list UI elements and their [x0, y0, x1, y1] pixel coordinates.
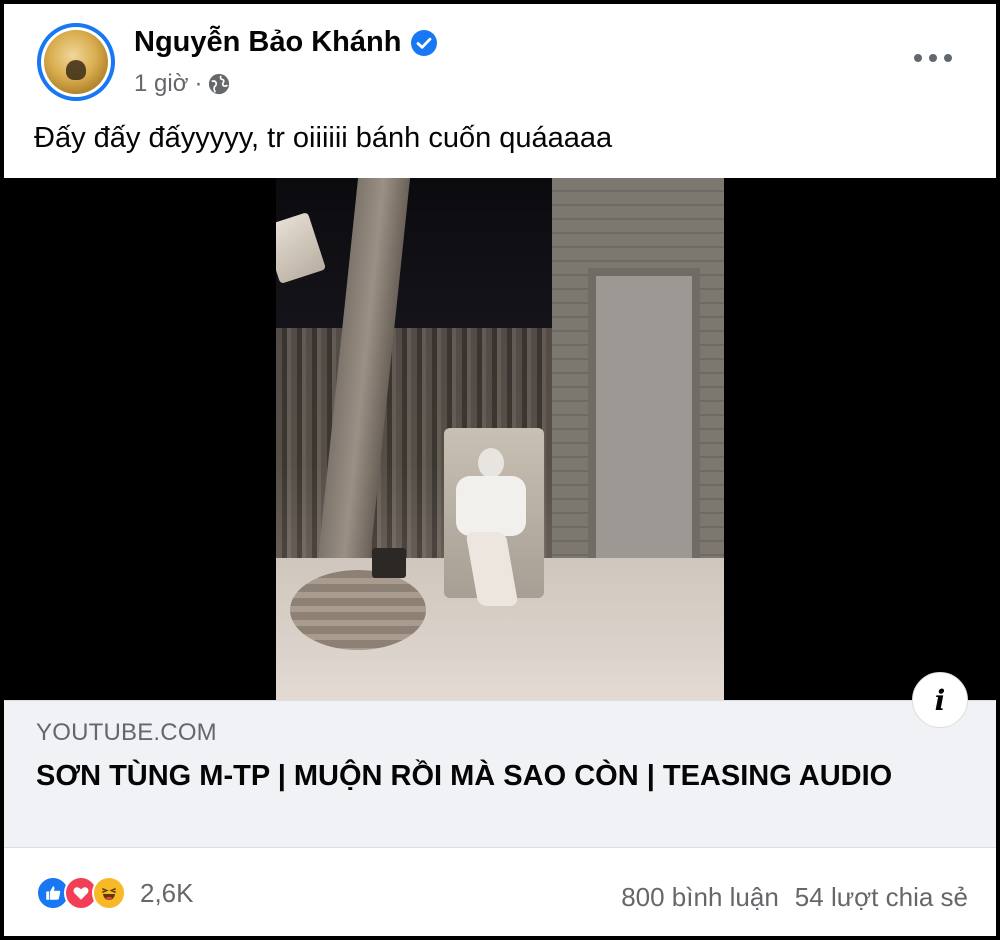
- more-dot-icon: [944, 54, 952, 62]
- post-timestamp[interactable]: 1 giờ: [134, 70, 188, 98]
- engagement-stats: 800 bình luận 54 lượt chia sẻ: [621, 882, 968, 913]
- reactions-summary[interactable]: 2,6K: [36, 876, 194, 910]
- video-thumbnail[interactable]: [276, 178, 724, 700]
- verified-badge-icon: [411, 29, 438, 56]
- comment-count-link[interactable]: 800 bình luận: [621, 882, 779, 913]
- more-options-button[interactable]: [914, 48, 952, 68]
- thumbnail-person: [436, 448, 540, 608]
- thumbnail-lamp: [276, 212, 327, 284]
- post-text: Đấy đấy đấyyyyy, tr oiiiiii bánh cuốn qu…: [34, 122, 613, 154]
- link-title[interactable]: SƠN TÙNG M-TP | MUỘN RỒI MÀ SAO CÒN | TE…: [36, 757, 936, 796]
- thumbnail-speaker: [372, 548, 406, 578]
- engagement-bar: 2,6K 800 bình luận 54 lượt chia sẻ: [4, 848, 996, 936]
- more-dot-icon: [914, 54, 922, 62]
- more-dot-icon: [929, 54, 937, 62]
- meta-separator: ·: [194, 70, 203, 97]
- thumbnail-door: [588, 268, 700, 578]
- share-count-link[interactable]: 54 lượt chia sẻ: [795, 882, 968, 913]
- avatar-image: [44, 30, 108, 94]
- author-name-row: Nguyễn Bảo Khánh: [134, 26, 438, 59]
- globe-icon[interactable]: [208, 73, 230, 95]
- info-button[interactable]: i: [912, 672, 968, 728]
- laughing-face-icon: [102, 888, 116, 900]
- heart-icon: [73, 887, 89, 900]
- author-name[interactable]: Nguyễn Bảo Khánh: [134, 26, 401, 59]
- thumbnail-table: [290, 570, 426, 650]
- person-body: [456, 476, 526, 536]
- avatar-ring: [41, 27, 111, 97]
- person-legs: [465, 532, 519, 606]
- person-head: [478, 448, 504, 478]
- reaction-count: 2,6K: [140, 877, 194, 908]
- post-meta: 1 giờ ·: [134, 70, 230, 98]
- haha-icon: [92, 876, 126, 910]
- link-domain: YOUTUBE.COM: [36, 719, 217, 746]
- author-avatar[interactable]: [37, 23, 115, 101]
- feed-post: Nguyễn Bảo Khánh 1 giờ · Đấy đấy đấyyyyy…: [4, 4, 996, 936]
- link-preview-card[interactable]: YOUTUBE.COM SƠN TÙNG M-TP | MUỘN RỒI MÀ …: [4, 700, 996, 848]
- video-preview[interactable]: i: [4, 178, 996, 728]
- thumbs-up-icon: [46, 886, 61, 900]
